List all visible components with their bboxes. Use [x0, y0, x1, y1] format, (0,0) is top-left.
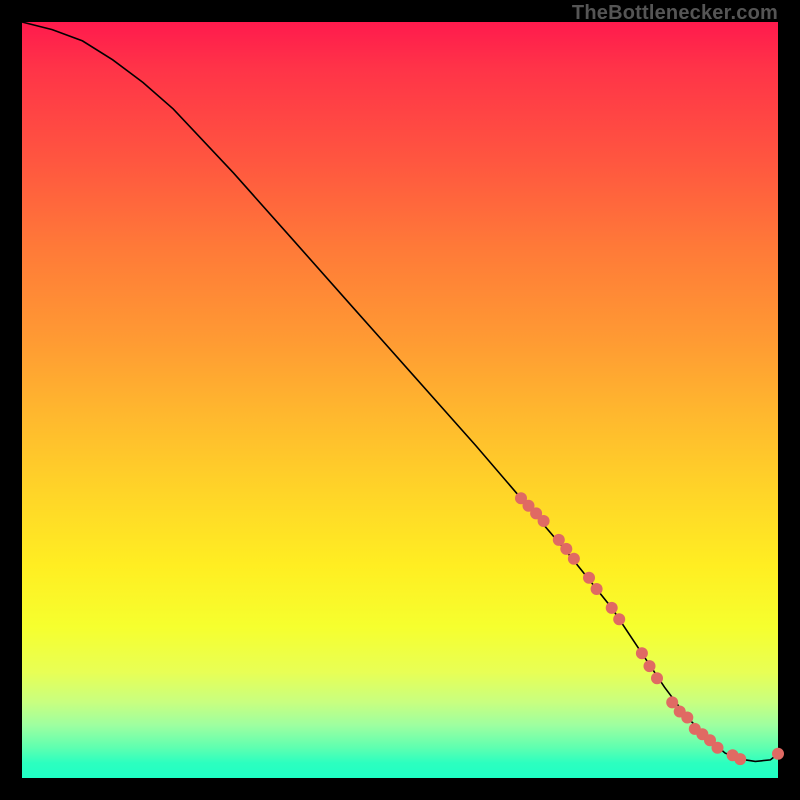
- data-point: [538, 515, 550, 527]
- data-point: [568, 553, 580, 565]
- data-point: [636, 647, 648, 659]
- bottleneck-curve: [22, 22, 778, 761]
- chart-svg: [22, 22, 778, 778]
- data-point: [644, 660, 656, 672]
- data-point: [606, 602, 618, 614]
- scatter-dots: [515, 492, 784, 765]
- data-point: [734, 753, 746, 765]
- chart-container: TheBottlenecker.com: [0, 0, 800, 800]
- data-point: [651, 672, 663, 684]
- data-point: [560, 543, 572, 555]
- data-point: [681, 712, 693, 724]
- data-point: [772, 748, 784, 760]
- plot-area: [22, 22, 778, 778]
- data-point: [712, 742, 724, 754]
- data-point: [583, 572, 595, 584]
- data-point: [591, 583, 603, 595]
- data-point: [613, 613, 625, 625]
